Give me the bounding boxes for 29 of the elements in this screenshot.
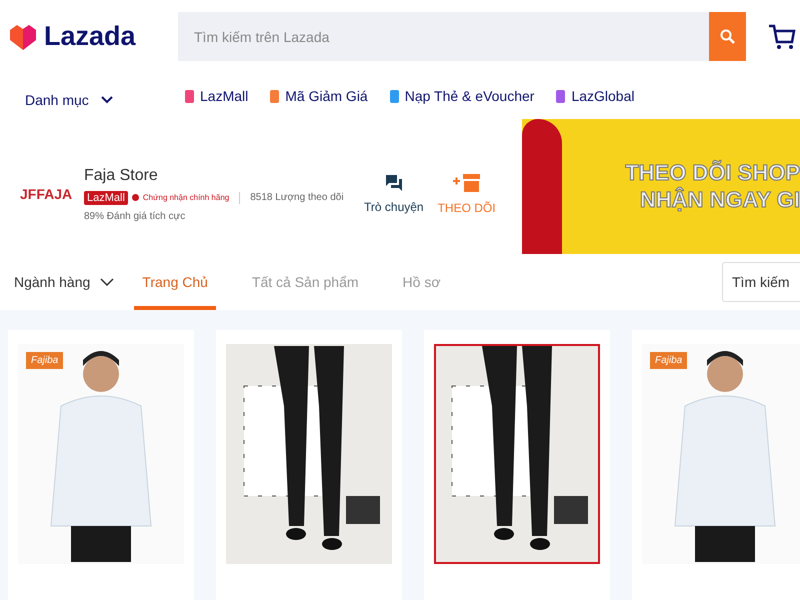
followers-count: 8518 Lượng theo dõi (250, 192, 344, 203)
certified-label: Chứng nhận chính hãng (142, 193, 230, 202)
chevron-down-icon (100, 278, 114, 286)
store-search-field[interactable]: Tìm kiếm (722, 262, 800, 302)
search-icon (720, 28, 736, 45)
chevron-down-icon (100, 96, 113, 104)
rating-text: 89% Đánh giá tích cực (84, 210, 186, 222)
banner-headline: NHẬN NGAY GI (640, 186, 800, 213)
cart-icon[interactable] (768, 22, 796, 51)
nav-link[interactable]: Mã Giảm Giá (270, 88, 368, 104)
product-card[interactable] (216, 330, 402, 600)
brand-tag: Fajiba (26, 352, 64, 369)
store-name: Faja Store (84, 166, 159, 184)
nav-link[interactable]: Nạp Thẻ & eVoucher (390, 88, 534, 104)
store-tab[interactable]: Trang Chủ (134, 254, 216, 310)
search-button[interactable] (709, 12, 746, 62)
category-menu-button[interactable]: Danh mục (25, 92, 185, 108)
chat-icon (384, 174, 403, 192)
plus-store-icon (452, 173, 481, 193)
nav-link[interactable]: LazGlobal (556, 88, 634, 104)
product-card[interactable] (424, 330, 610, 600)
brand-tag: Fajiba (650, 352, 688, 369)
category-dropdown[interactable]: Ngành hàng (14, 274, 114, 290)
lazada-logo-text[interactable]: Lazada (44, 21, 136, 52)
chat-button[interactable]: Trò chuyện (364, 174, 424, 214)
banner-headline: THEO DÕI SHOP (625, 160, 800, 186)
nav-link[interactable]: LazMall (185, 88, 248, 104)
lazmall-badge: LazMall (84, 190, 128, 204)
store-logo: JFFAJA (20, 186, 74, 202)
